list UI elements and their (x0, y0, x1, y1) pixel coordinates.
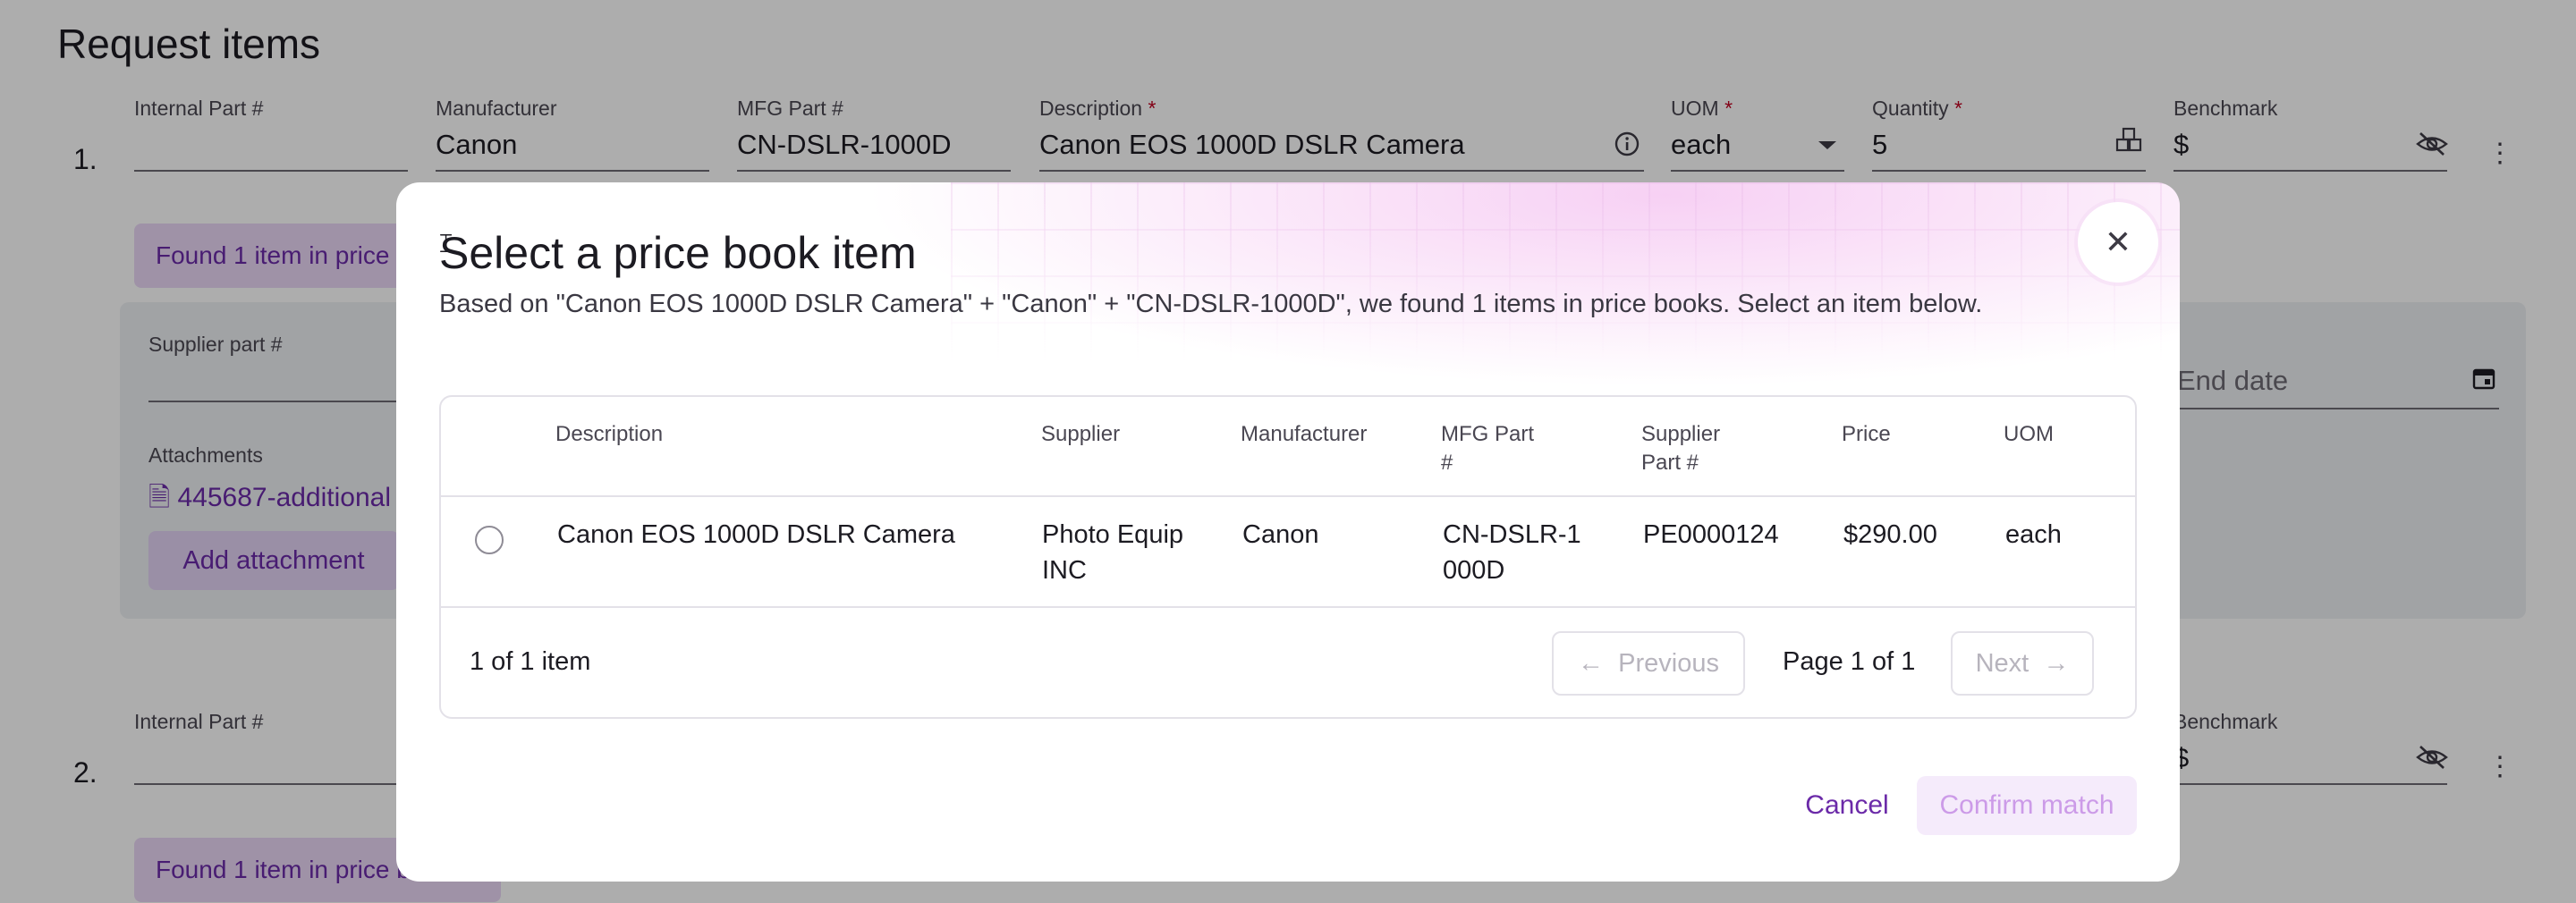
column-header-mfg-part: MFG Part # (1441, 422, 1535, 475)
column-header-price: Price (1842, 422, 1891, 446)
column-header-supplier: Supplier (1041, 422, 1121, 446)
column-header-uom: UOM (2004, 422, 2054, 446)
cell-manufacturer: Canon (1242, 520, 1319, 549)
arrow-right-icon: → (2043, 649, 2070, 678)
dialog-title: Select a price book item (439, 228, 917, 278)
cancel-button[interactable]: Cancel (1774, 776, 1920, 835)
header-divider (441, 495, 2135, 497)
previous-page-button[interactable]: ← Previous (1552, 631, 1745, 696)
column-header-description: Description (555, 422, 664, 446)
column-header-supplier-part: Supplier Part # (1641, 422, 1721, 475)
cell-supplier: Photo Equip INC (1042, 520, 1184, 585)
header-grid-pattern (951, 182, 2180, 361)
price-book-dialog: Select a price book item 𝙸 ✕ Based on "C… (396, 182, 2180, 882)
price-book-table: Description Supplier Manufacturer MFG Pa… (439, 395, 2137, 719)
dialog-subtitle: Based on "Canon EOS 1000D DSLR Camera" +… (439, 290, 1983, 318)
cell-description: Canon EOS 1000D DSLR Camera (557, 520, 955, 549)
cell-mfg-part: CN-DSLR-1000D (1443, 520, 1581, 585)
column-header-manufacturer: Manufacturer (1241, 422, 1368, 446)
page-indicator: Page 1 of 1 (1783, 647, 1916, 676)
text-cursor-icon: 𝙸 (436, 229, 456, 258)
cell-supplier-part: PE0000124 (1643, 520, 1779, 549)
row-select-radio[interactable] (475, 526, 504, 554)
next-page-button[interactable]: Next → (1951, 631, 2094, 696)
footer-divider (441, 606, 2135, 608)
item-count: 1 of 1 item (470, 647, 591, 676)
cell-uom: each (2005, 520, 2062, 549)
close-icon[interactable]: ✕ (2078, 202, 2158, 283)
confirm-match-button[interactable]: Confirm match (1917, 776, 2137, 835)
arrow-left-icon: ← (1578, 649, 1605, 678)
cell-price: $290.00 (1843, 520, 1937, 549)
